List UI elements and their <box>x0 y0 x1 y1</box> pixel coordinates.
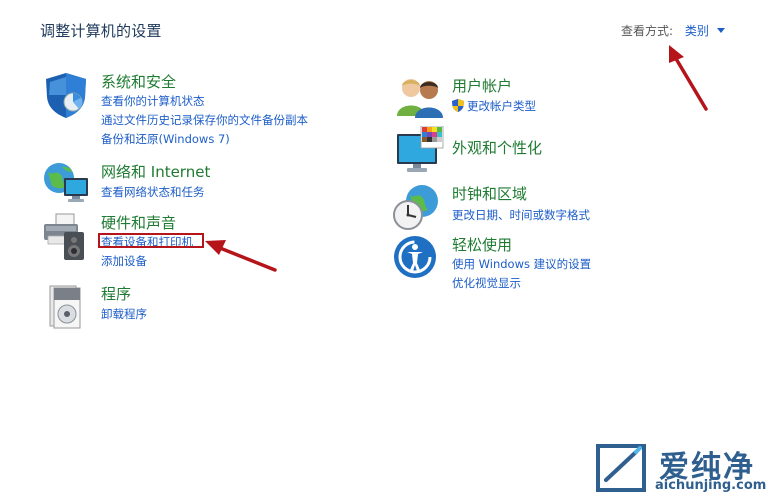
shield-icon[interactable] <box>42 70 92 120</box>
chevron-down-icon[interactable] <box>716 28 725 33</box>
link-view-computer-status[interactable]: 查看你的计算机状态 <box>101 93 205 109</box>
network-globe-icon[interactable] <box>42 160 92 210</box>
category-title-user-accounts[interactable]: 用户帐户 <box>452 75 512 96</box>
link-backup-restore[interactable]: 备份和还原(Windows 7) <box>101 131 230 147</box>
uac-shield-icon <box>452 99 464 112</box>
page-title: 调整计算机的设置 <box>40 22 162 40</box>
category-title-appearance-personalization[interactable]: 外观和个性化 <box>452 137 542 158</box>
view-by-control: 查看方式: 类别 <box>621 22 725 39</box>
ease-of-access-icon[interactable] <box>392 233 442 283</box>
link-optimize-visual-display[interactable]: 优化视觉显示 <box>452 275 521 291</box>
watermark: 爱纯净 aichunjing.com <box>592 440 782 498</box>
category-title-hardware-sound[interactable]: 硬件和声音 <box>101 212 176 233</box>
link-use-recommended-settings[interactable]: 使用 Windows 建议的设置 <box>452 256 591 272</box>
category-title-programs[interactable]: 程序 <box>101 283 131 304</box>
arrow-to-devices-printers <box>205 240 277 272</box>
programs-icon[interactable] <box>42 282 92 332</box>
link-change-account-type[interactable]: 更改帐户类型 <box>452 98 536 114</box>
clock-globe-icon[interactable] <box>392 183 442 233</box>
link-change-account-type-label: 更改帐户类型 <box>467 99 536 113</box>
printer-speaker-icon[interactable] <box>42 212 92 262</box>
watermark-url: aichunjing.com <box>655 478 767 493</box>
category-title-network-internet[interactable]: 网络和 Internet <box>101 161 210 182</box>
category-title-system-security[interactable]: 系统和安全 <box>101 71 176 92</box>
link-uninstall-program[interactable]: 卸载程序 <box>101 306 147 322</box>
link-file-history-backup[interactable]: 通过文件历史记录保存你的文件备份副本 <box>101 112 308 128</box>
link-change-date-time-format[interactable]: 更改日期、时间或数字格式 <box>452 207 590 223</box>
control-panel-page: 调整计算机的设置 查看方式: 类别 系统和安全 查看你的计算机状态 通过文件历史… <box>0 0 783 499</box>
view-by-label: 查看方式: <box>621 24 674 38</box>
view-by-dropdown[interactable]: 类别 <box>685 24 709 38</box>
link-network-status-tasks[interactable]: 查看网络状态和任务 <box>101 184 205 200</box>
link-add-device[interactable]: 添加设备 <box>101 253 147 269</box>
annotation-highlight-box <box>98 233 204 248</box>
monitor-palette-icon[interactable] <box>395 126 445 176</box>
watermark-logo-icon <box>596 444 646 492</box>
users-icon[interactable] <box>395 72 445 122</box>
arrow-to-view-by <box>669 45 708 111</box>
category-title-clock-region[interactable]: 时钟和区域 <box>452 183 527 204</box>
category-title-ease-of-access[interactable]: 轻松使用 <box>452 234 512 255</box>
